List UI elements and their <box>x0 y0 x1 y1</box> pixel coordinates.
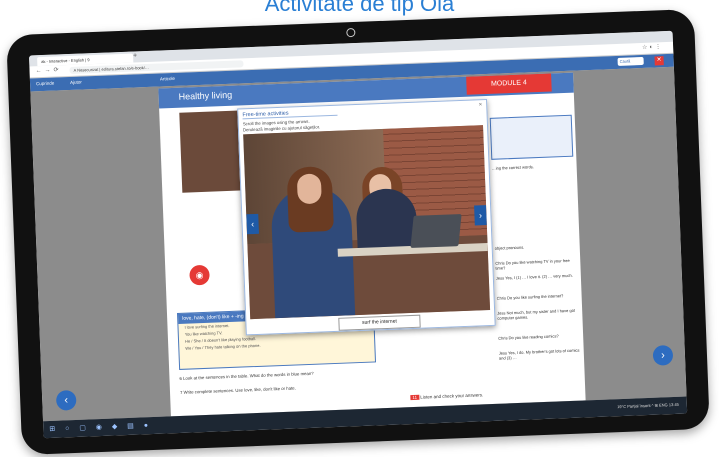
image-person-1-face <box>296 173 322 205</box>
right-text: object pronouns. <box>494 244 525 251</box>
activity-image: ‹ › <box>243 125 491 320</box>
browser-nav-icons[interactable]: ←→⟳ <box>35 66 61 74</box>
module-badge: MODULE 4 <box>466 73 552 95</box>
screen: ak - Interactive - English | 9 + ←→⟳ A N… <box>28 30 688 439</box>
new-tab-button[interactable]: + <box>133 52 137 59</box>
tablet-frame: ak - Interactive - English | 9 + ←→⟳ A N… <box>6 8 710 456</box>
listen-text: Listen and check your answers. <box>420 392 484 400</box>
camera-icon <box>346 27 356 38</box>
right-text: Jess Not much, but my sister and I have … <box>497 307 576 321</box>
toolbar-item-ajutor[interactable]: Ajutor <box>70 79 82 84</box>
prev-page-button[interactable]: ‹ <box>55 389 77 411</box>
popup-close-button[interactable]: × <box>479 102 483 108</box>
ebook-viewer: Healthy living MODULE 4 ◉ love, hate, (d… <box>30 66 687 422</box>
popup-title: Free-time activities <box>242 108 338 120</box>
exercise-7: 7 Write complete sentences. Use love, li… <box>179 385 296 395</box>
right-text: …ing the correct words. <box>491 164 534 171</box>
activity-popup: Free-time activities × Scroll the images… <box>237 98 496 336</box>
right-text: Jess Yes, I do. My brother's got lots of… <box>498 347 580 361</box>
image-next-arrow[interactable]: › <box>474 205 487 226</box>
right-text: Chris Do you like reading comics? <box>498 333 559 341</box>
close-button[interactable]: ✕ <box>654 56 664 66</box>
toolbar-item-articole[interactable]: Articole <box>160 76 175 82</box>
exercise-number-badge: 11 <box>410 394 420 401</box>
right-text: Chris Do you like watching TV in your fr… <box>495 257 570 271</box>
right-text: Jess Yes, I (1) … I love it. (2) … very … <box>495 272 573 281</box>
system-tray[interactable]: 19°C Parțial însorit ^ ⊞ ENG 13:45 <box>617 402 679 409</box>
toolbar-item-cuprinde[interactable]: Cuprinde <box>36 81 54 87</box>
next-page-button[interactable]: › <box>652 345 674 366</box>
browser-toolbar-icons[interactable]: ☆◐⋮ <box>642 43 663 51</box>
page-title: Healthy living <box>178 89 233 102</box>
vocabulary-table <box>489 114 574 160</box>
taskbar-app-icons[interactable]: ⊞ ○ ▢ ◉ ◆ ▤ ● <box>49 421 152 433</box>
listen-instruction: 11 Listen and check your answers. <box>410 392 484 401</box>
laptop-icon <box>410 214 462 249</box>
exercise-6: 6 Look at the sentences in the table. Wh… <box>179 370 314 381</box>
right-text: Chris Do you like surfing the internet? <box>496 293 564 301</box>
image-prev-arrow[interactable]: ‹ <box>246 213 259 235</box>
food-icon[interactable]: ◉ <box>189 264 210 286</box>
image-caption: surf the internet <box>338 314 421 331</box>
popup-instructions: Scroll the images using the arrows. Deru… <box>243 118 321 132</box>
toolbar-search[interactable]: Caută <box>617 56 644 66</box>
